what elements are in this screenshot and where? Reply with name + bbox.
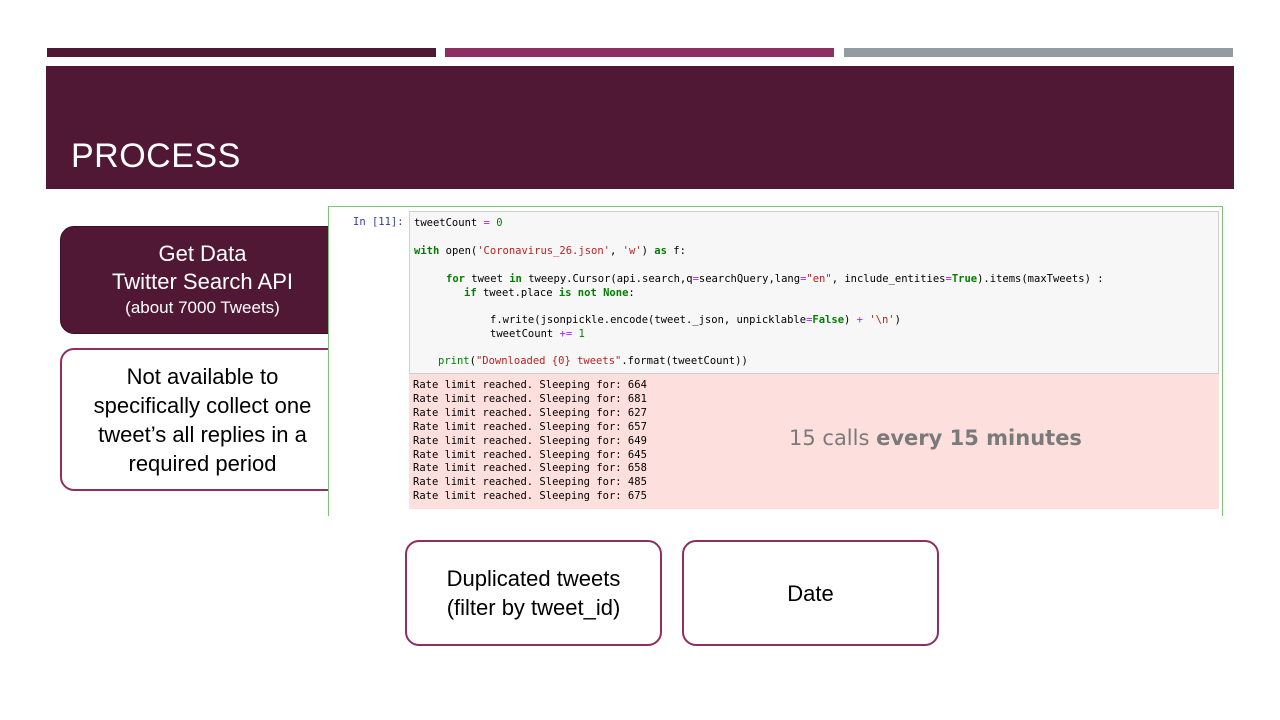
rate-limit-note: 15 calls every 15 minutes: [789, 426, 1082, 450]
output-line: Rate limit reached. Sleeping for: 485: [413, 476, 647, 489]
date-line1: Date: [787, 580, 834, 606]
title-band: PROCESS: [46, 66, 1234, 189]
notebook-screenshot: In [11]: tweetCount = 0 with open('Coron…: [328, 206, 1223, 516]
get-data-line1: Get Data: [158, 241, 247, 266]
code-line-5: f.write(jsonpickle.encode(tweet._json, u…: [490, 314, 901, 326]
accent-bar-grey: [844, 48, 1233, 57]
not-available-line4: required period: [128, 450, 277, 476]
output-line: Rate limit reached. Sleeping for: 675: [413, 490, 647, 503]
code-line-2: with open('Coronavirus_26.json', 'w') as…: [414, 245, 686, 257]
output-line: Rate limit reached. Sleeping for: 649: [413, 434, 647, 447]
get-data-line3: (about 7000 Tweets): [125, 298, 280, 317]
code-line-1: tweetCount = 0: [414, 217, 503, 229]
duplicated-line2: (filter by tweet_id): [446, 595, 621, 620]
code-line-7: print("Downloaded {0} tweets".format(twe…: [438, 355, 748, 367]
code-cell: tweetCount = 0 with open('Coronavirus_26…: [409, 211, 1219, 374]
output-line: Rate limit reached. Sleeping for: 681: [413, 392, 647, 405]
output-line: Rate limit reached. Sleeping for: 645: [413, 448, 647, 461]
code-line-3: for tweet in tweepy.Cursor(api.search,q=…: [446, 273, 1104, 285]
date-box: Date: [682, 540, 939, 646]
not-available-line1: Not available to: [126, 363, 279, 389]
cell-prompt: In [11]:: [353, 216, 404, 228]
slide-title: PROCESS: [71, 137, 241, 175]
output-line: Rate limit reached. Sleeping for: 627: [413, 406, 647, 419]
output-line: Rate limit reached. Sleeping for: 657: [413, 420, 647, 433]
code-line-4: if tweet.place is not None:: [464, 287, 635, 299]
not-available-box: Not available to specifically collect on…: [60, 348, 345, 491]
not-available-line3: tweet’s all replies in a: [98, 421, 307, 447]
duplicated-tweets-box: Duplicated tweets (filter by tweet_id): [405, 540, 662, 646]
accent-bar-magenta: [445, 48, 834, 57]
output-line: Rate limit reached. Sleeping for: 664: [413, 379, 647, 391]
not-available-line2: specifically collect one: [93, 392, 312, 418]
code-line-6: tweetCount += 1: [490, 328, 585, 340]
output-area: Rate limit reached. Sleeping for: 664 Rat…: [409, 374, 1219, 509]
accent-bar-dark: [47, 48, 436, 57]
output-line: Rate limit reached. Sleeping for: 658: [413, 462, 647, 475]
get-data-box: Get Data Twitter Search API (about 7000 …: [60, 226, 345, 334]
get-data-line2: Twitter Search API: [112, 269, 293, 294]
duplicated-line1: Duplicated tweets: [446, 566, 621, 591]
